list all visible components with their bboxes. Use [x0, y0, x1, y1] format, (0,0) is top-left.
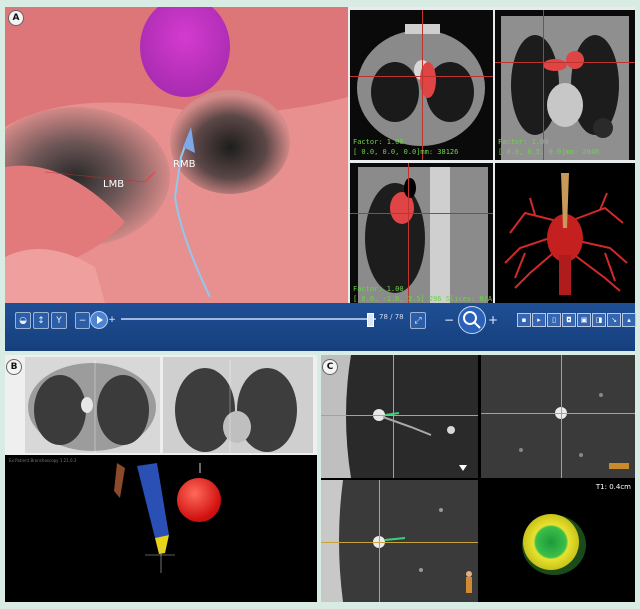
- axial-coords-text: [ 0.0, 0.0, 0.0]mm: 38126: [353, 148, 459, 156]
- play-icon: [97, 316, 103, 324]
- c-axial-crosshair-horizontal: [321, 415, 478, 416]
- c-axial-image: [321, 355, 478, 478]
- c-coronal-view[interactable]: [481, 355, 635, 478]
- zoom-lens-button[interactable]: [458, 306, 486, 334]
- tool-button-5[interactable]: ▣: [577, 313, 591, 327]
- panel-b: B Ex:Patient Bronchoscopy 1.21.0.3: [5, 355, 317, 602]
- panel-a: A LMB RMB Factor: 1.00 [0.0, 0.0, 0.0]m…: [5, 7, 635, 303]
- tool-button-1[interactable]: ▪: [517, 313, 531, 327]
- panel-c-label: C: [322, 359, 338, 375]
- sagittal-ct-image: [350, 163, 493, 303]
- axial-factor-text: Factor: 1.00: [353, 138, 404, 146]
- tool-button-2[interactable]: ▸: [532, 313, 546, 327]
- c-axial-crosshair-vertical: [393, 355, 394, 478]
- c-axial-view[interactable]: [321, 355, 478, 478]
- rewind-button[interactable]: −: [75, 312, 90, 329]
- magnifier-icon: [463, 311, 481, 329]
- coronal-crosshair-horizontal: [495, 62, 635, 63]
- virtual-target-render: [5, 463, 317, 602]
- zoom-in-button[interactable]: +: [486, 312, 500, 327]
- ct-strip: [5, 355, 317, 455]
- navigation-toolbar: ◒ ↕ Y − + 78 / 78 ⤢ − + ▪ ▸ ▯ ◘ ▣ ◨ ↘ ▴: [5, 303, 636, 351]
- rmb-label: RMB: [173, 159, 196, 170]
- c-coronal-crosshair-vertical: [561, 355, 562, 478]
- forward-button[interactable]: +: [108, 312, 116, 327]
- sagittal-coords-text: [ 0.0, -1.0, 3.5] 296 Slices: N/A: [353, 295, 493, 303]
- frame-counter: 78 / 78: [379, 313, 404, 321]
- c-sagittal-crosshair-horizontal: [321, 542, 478, 543]
- panel-a-label: A: [8, 10, 24, 26]
- panel-b-label: B: [6, 359, 22, 375]
- c-sagittal-image: [321, 480, 478, 602]
- axial-crosshair-vertical: [422, 10, 423, 160]
- play-button[interactable]: [90, 311, 108, 329]
- timeline-slider-handle[interactable]: [367, 313, 374, 327]
- tool-button-6[interactable]: ◨: [592, 313, 606, 327]
- c-coronal-image: [481, 355, 635, 478]
- fullscreen-button[interactable]: ⤢: [410, 312, 426, 329]
- sagittal-factor-text: Factor: 1.00: [353, 285, 404, 293]
- navigation-mode-button[interactable]: ◒: [15, 312, 31, 329]
- zoom-out-button[interactable]: −: [442, 312, 456, 327]
- target-measurement: T1: 0.4cm: [595, 483, 631, 491]
- tool-button-8[interactable]: ▴: [622, 313, 636, 327]
- c-target-3d-render: [481, 480, 635, 602]
- virtual-bronchoscopy-view[interactable]: LMB RMB: [5, 7, 348, 303]
- virtual-target-view[interactable]: [5, 463, 317, 602]
- timeline-slider[interactable]: [121, 313, 376, 327]
- c-coronal-crosshair-horizontal: [481, 413, 635, 414]
- coronal-ct-view[interactable]: Factor: 1.00 [ 0.0, 0.5, 0.0]mm: 2846: [495, 10, 635, 160]
- vessel-3d-render-view[interactable]: [495, 163, 635, 303]
- tool-button-7[interactable]: ↘: [607, 313, 621, 327]
- tool-button-4[interactable]: ◘: [562, 313, 576, 327]
- lmb-label: LMB: [103, 179, 125, 190]
- airway-tree-button[interactable]: Y: [51, 312, 67, 329]
- sagittal-ct-view[interactable]: Factor: 1.00 [ 0.0, -1.0, 3.5] 296 Slice…: [350, 163, 493, 303]
- sagittal-crosshair-horizontal: [350, 213, 493, 214]
- airway-render: [5, 7, 348, 303]
- c-target-3d-view[interactable]: T1: 0.4cm: [481, 480, 635, 602]
- tool-button-3[interactable]: ▯: [547, 313, 561, 327]
- sagittal-crosshair-vertical: [408, 163, 409, 303]
- coronal-factor-text: Factor: 1.00: [498, 138, 549, 146]
- ct-axial-coronal-images: [25, 357, 313, 453]
- direction-button[interactable]: ↕: [33, 312, 49, 329]
- coronal-coords-text: [ 0.0, 0.5, 0.0]mm: 2846: [498, 148, 600, 156]
- panel-c: C T1: 0.4cm: [321, 355, 635, 602]
- axial-ct-view[interactable]: Factor: 1.00 [ 0.0, 0.0, 0.0]mm: 38126: [350, 10, 493, 160]
- c-sagittal-crosshair-vertical: [379, 480, 380, 602]
- c-sagittal-view[interactable]: [321, 480, 478, 602]
- vessel-tree-render: [495, 163, 635, 303]
